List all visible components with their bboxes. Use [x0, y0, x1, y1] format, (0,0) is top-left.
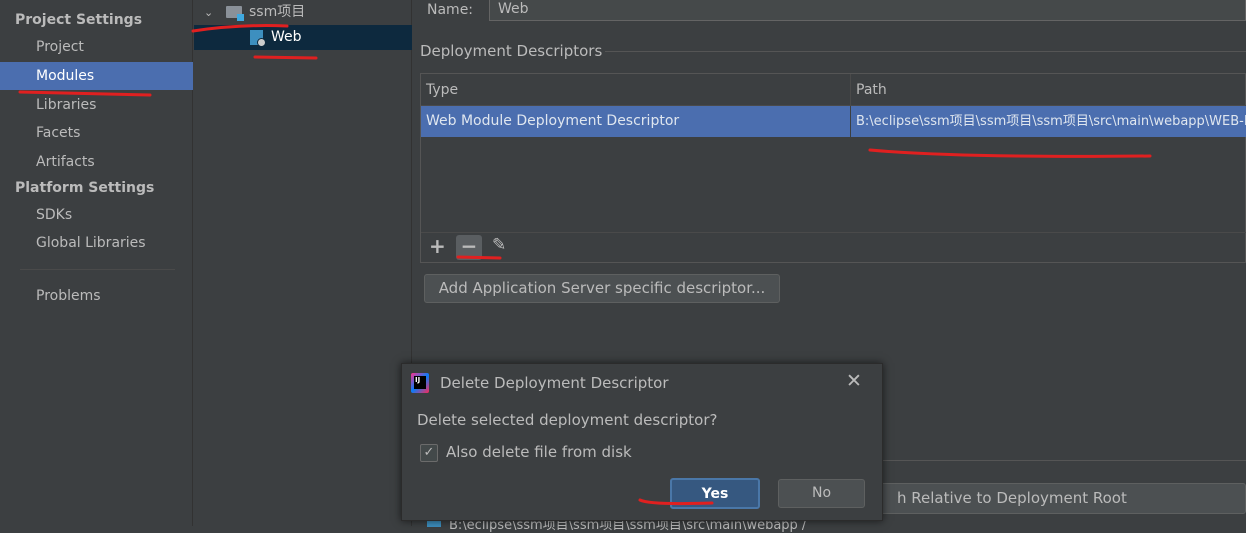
name-input[interactable]: Web [489, 0, 1246, 21]
platform-settings-heading: Platform Settings [15, 180, 155, 196]
column-header-path[interactable]: Path [851, 74, 1246, 106]
bottom-button[interactable]: h Relative to Deployment Root [853, 483, 1246, 514]
divider [421, 232, 1246, 233]
sidebar-item-sdks[interactable]: SDKs [0, 201, 193, 229]
sidebar-item-libraries[interactable]: Libraries [0, 91, 193, 119]
remove-icon[interactable]: − [456, 235, 482, 260]
tree-node-label: ssm项目 [249, 4, 306, 20]
dialog-message: Delete selected deployment descriptor? [417, 411, 718, 429]
intellij-logo-icon: IJ [411, 373, 429, 393]
tree-node-web[interactable]: Web [194, 25, 412, 50]
sidebar-item-problems[interactable]: Problems [0, 282, 193, 310]
yes-button[interactable]: Yes [670, 478, 760, 509]
checkbox-delete-file[interactable]: ✓ [420, 444, 438, 462]
name-label: Name: [427, 2, 474, 18]
checkbox-label[interactable]: Also delete file from disk [446, 443, 632, 461]
edit-icon[interactable]: ✎ [492, 235, 506, 255]
sidebar-item-global-libraries[interactable]: Global Libraries [0, 229, 193, 257]
project-settings-heading: Project Settings [15, 12, 143, 28]
no-button[interactable]: No [778, 479, 865, 508]
sidebar-item-modules[interactable]: Modules [0, 62, 193, 90]
close-icon[interactable]: ✕ [846, 370, 862, 392]
name-value: Web [498, 1, 529, 17]
table-cell-type[interactable]: Web Module Deployment Descriptor [421, 106, 851, 137]
section-title: Deployment Descriptors [420, 42, 603, 60]
module-tree: ⌄ ssm项目 Web [194, 0, 412, 526]
tree-node-label: Web [271, 29, 302, 45]
module-folder-icon [226, 6, 244, 21]
sidebar-item-artifacts[interactable]: Artifacts [0, 148, 193, 176]
divider [20, 269, 175, 270]
dialog-title: Delete Deployment Descriptor [440, 374, 669, 392]
chevron-down-icon[interactable]: ⌄ [204, 0, 213, 25]
divider [883, 460, 1246, 461]
add-server-descriptor-button[interactable]: Add Application Server specific descript… [424, 274, 780, 303]
web-facet-icon [250, 30, 266, 47]
sidebar-item-project[interactable]: Project [0, 33, 193, 61]
settings-sidebar: Project Settings Project Modules Librari… [0, 0, 193, 526]
add-icon[interactable]: + [429, 234, 446, 258]
table-cell-path[interactable]: B:\eclipse\ssm项目\ssm项目\ssm项目\src\main\we… [851, 106, 1246, 137]
tree-node-root[interactable]: ⌄ ssm项目 [194, 0, 412, 25]
column-header-type[interactable]: Type [421, 74, 851, 106]
sidebar-item-facets[interactable]: Facets [0, 119, 193, 147]
divider [605, 51, 1246, 52]
descriptors-table: Type Path Web Module Deployment Descript… [420, 73, 1246, 263]
delete-descriptor-dialog: IJ Delete Deployment Descriptor ✕ Delete… [401, 363, 883, 521]
